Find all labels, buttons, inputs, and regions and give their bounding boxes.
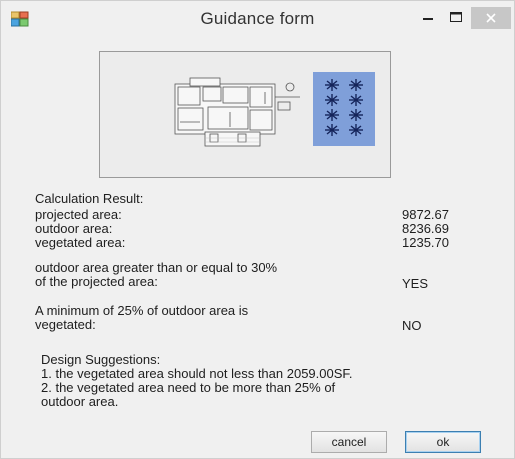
vegetation-check-line1: A minimum of 25% of outdoor area is [35, 303, 249, 318]
title-bar[interactable]: Guidance form [1, 1, 514, 37]
vegetation-check-line2: vegetated: [35, 317, 96, 332]
suggestion-line-1: 1. the vegetated area should not less th… [41, 366, 353, 381]
maximize-icon[interactable] [442, 7, 470, 29]
site-plan-preview [99, 51, 391, 178]
outdoor-ratio-check-answer: YES [402, 276, 429, 291]
vegetated-area-value: 1235.70 [402, 235, 449, 250]
outdoor-area-label: outdoor area: [35, 221, 113, 236]
minimize-icon[interactable] [415, 7, 441, 29]
cancel-button[interactable]: cancel [311, 431, 387, 453]
projected-area-value: 9872.67 [402, 207, 449, 222]
calculation-result-heading: Calculation Result: [35, 191, 144, 206]
close-icon[interactable] [471, 7, 511, 29]
guidance-form-window: Guidance form Calculation Result: projec… [0, 0, 515, 459]
projected-area-label: projected area: [35, 207, 122, 222]
outdoor-area-value: 8236.69 [402, 221, 449, 236]
vegetation-check-answer: NO [402, 318, 422, 333]
suggestion-line-2: 2. the vegetated area need to be more th… [41, 380, 336, 395]
design-suggestions-heading: Design Suggestions: [41, 352, 161, 367]
vegetation-panel [313, 72, 375, 146]
suggestion-line-3: outdoor area. [41, 394, 119, 409]
vegetated-area-label: vegetated area: [35, 235, 126, 250]
floor-plan-drawing [174, 77, 300, 147]
ok-button[interactable]: ok [405, 431, 481, 453]
outdoor-ratio-check-line1: outdoor area greater than or equal to 30… [35, 260, 278, 275]
outdoor-ratio-check-line2: of the projected area: [35, 274, 158, 289]
